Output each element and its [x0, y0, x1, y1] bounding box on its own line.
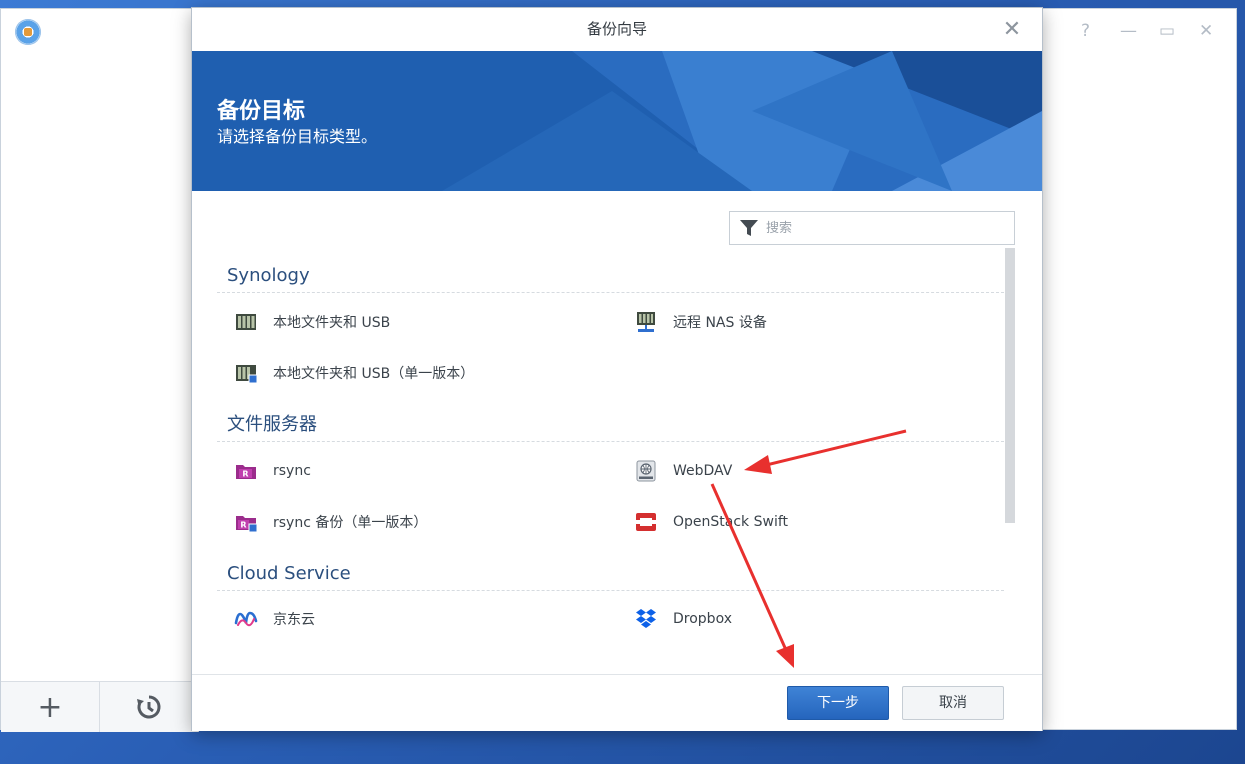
- section-title: Cloud Service: [227, 563, 351, 584]
- item-label: 本地文件夹和 USB（单一版本）: [273, 366, 475, 382]
- item-label: WebDAV: [673, 463, 733, 479]
- svg-text:R: R: [242, 470, 248, 479]
- item-label: OpenStack Swift: [673, 514, 789, 530]
- dest-remote-nas[interactable]: 远程 NAS 设备: [634, 304, 767, 340]
- maximize-icon[interactable]: ▭: [1159, 21, 1175, 41]
- banner-geometric-background: [192, 51, 1042, 191]
- plus-icon: +: [37, 689, 63, 725]
- dialog-footer: 下一步 取消: [192, 674, 1042, 731]
- dest-openstack-swift[interactable]: OpenStack Swift: [634, 504, 788, 540]
- window-close-icon[interactable]: ✕: [1199, 21, 1213, 41]
- banner-title: 备份目标: [217, 99, 306, 124]
- filter-icon: [740, 220, 758, 236]
- add-task-button[interactable]: +: [1, 682, 100, 732]
- section-title: Synology: [227, 265, 310, 286]
- section-title: 文件服务器: [227, 414, 317, 435]
- remote-nas-icon: [637, 312, 655, 332]
- dest-local-folder-usb[interactable]: 本地文件夹和 USB: [234, 304, 390, 340]
- rsync-icon: R: [236, 465, 256, 479]
- section-header-synology: Synology: [217, 256, 1004, 293]
- openstack-swift-icon: [636, 513, 656, 531]
- dest-rsync-single-version[interactable]: R rsync 备份（单一版本）: [234, 504, 427, 540]
- item-label: 本地文件夹和 USB: [273, 315, 391, 331]
- cancel-button[interactable]: 取消: [902, 686, 1004, 720]
- item-label: Dropbox: [673, 611, 732, 627]
- search-box[interactable]: [729, 211, 1015, 245]
- restore-history-button[interactable]: [100, 682, 199, 732]
- dialog-title: 备份向导: [586, 20, 647, 38]
- dialog-titlebar: 备份向导 ✕: [192, 8, 1042, 52]
- history-icon: [137, 695, 161, 719]
- backup-wizard-dialog: 备份向导 ✕ 备份目标 请选择备份目标类型。 Synology: [192, 8, 1042, 731]
- close-icon[interactable]: ✕: [1000, 18, 1024, 42]
- item-label: rsync: [273, 463, 311, 479]
- dialog-banner: 备份目标 请选择备份目标类型。: [192, 51, 1042, 191]
- next-button[interactable]: 下一步: [787, 686, 889, 720]
- destination-list: Synology 本地文件夹和 USB 远程 NAS 设备 本地文件夹和 USB…: [192, 248, 1042, 674]
- help-icon[interactable]: ?: [1081, 21, 1090, 41]
- jdcloud-icon: [234, 611, 258, 627]
- dest-local-folder-usb-single-version[interactable]: 本地文件夹和 USB（单一版本）: [234, 355, 474, 391]
- dest-webdav[interactable]: WebDAV: [634, 453, 732, 489]
- backup-app-icon: [15, 19, 41, 45]
- local-storage-single-version-icon: [236, 365, 258, 384]
- banner-subtitle: 请选择备份目标类型。: [217, 127, 378, 146]
- search-input[interactable]: [766, 212, 1006, 244]
- item-label: rsync 备份（单一版本）: [273, 515, 428, 531]
- svg-text:R: R: [240, 521, 246, 530]
- dropbox-icon: [636, 609, 656, 628]
- minimize-icon[interactable]: —: [1120, 21, 1137, 41]
- section-header-file-server: 文件服务器: [217, 405, 1004, 442]
- dest-dropbox[interactable]: Dropbox: [634, 601, 732, 637]
- webdav-icon: [636, 460, 656, 482]
- section-header-cloud-service: Cloud Service: [217, 554, 1004, 591]
- dest-jdcloud[interactable]: 京东云: [234, 601, 315, 637]
- item-label: 远程 NAS 设备: [673, 315, 767, 331]
- item-label: 京东云: [273, 612, 315, 628]
- dest-rsync[interactable]: R rsync: [234, 453, 311, 489]
- background-bottom-toolbar: +: [1, 681, 199, 732]
- rsync-single-version-icon: R: [236, 516, 258, 533]
- list-scrollbar[interactable]: [1005, 248, 1015, 523]
- local-storage-icon: [236, 314, 256, 330]
